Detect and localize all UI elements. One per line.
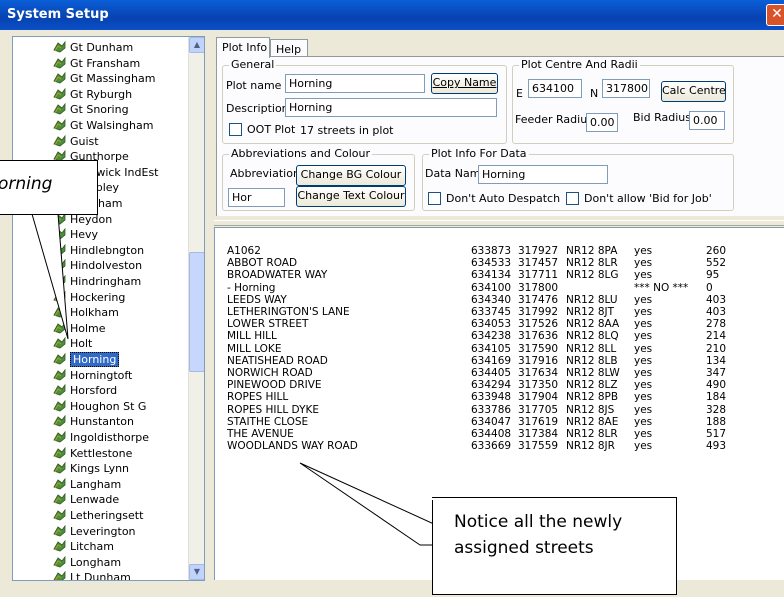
bottom-callout-line1: Notice all the newly [454, 512, 623, 532]
left-callout-pointer [31, 213, 69, 340]
bottom-callout: Notice all the newly assigned streets [432, 497, 677, 595]
callout-join [421, 498, 479, 500]
left-callout-text: orning [0, 174, 53, 194]
left-callout: orning [0, 160, 98, 215]
tab-plot-info-label: Plot Info [222, 41, 268, 54]
tab-plot-info[interactable]: Plot Info [216, 37, 270, 58]
bottom-callout-line2: assigned streets [454, 538, 594, 558]
